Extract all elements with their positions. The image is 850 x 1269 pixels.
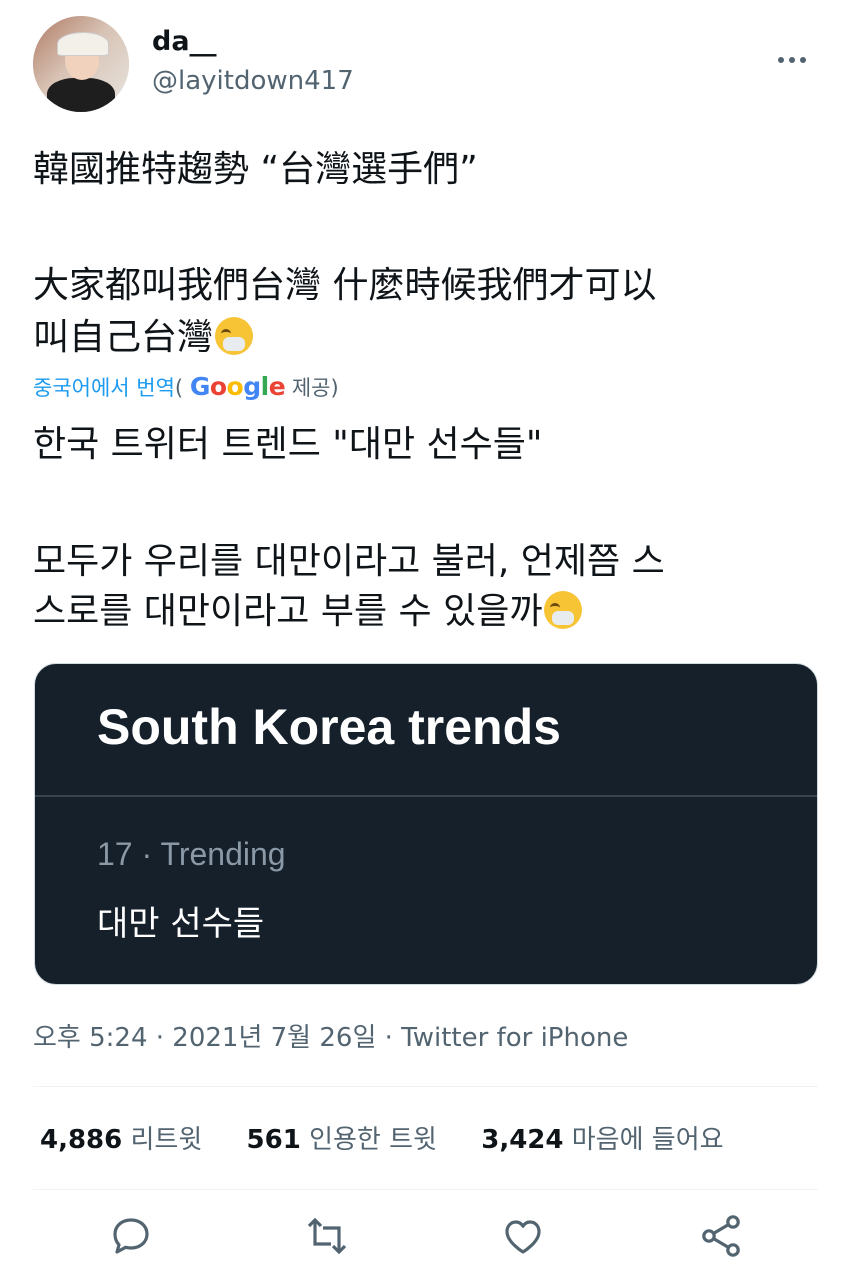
share-icon[interactable] [697, 1212, 745, 1260]
translated-from-link[interactable]: 중국어에서 번역 [33, 376, 175, 400]
google-logo: Google [189, 372, 286, 401]
trend-topic: 대만 선수들 [97, 904, 265, 944]
trend-rank: 17 · Trending [97, 836, 286, 872]
translated-text-line-1: 한국 트위터 트렌드 "대만 선수들" [33, 424, 543, 465]
translated-text-line-3: 스로를 대만이라고 부를 수 있을까 [33, 588, 583, 636]
user-handle[interactable]: @layitdown417 [152, 66, 354, 96]
tweet-text-line-2: 大家都叫我們台灣 什麼時候我們才可以 [33, 265, 657, 306]
card-title: South Korea trends [97, 699, 561, 755]
translated-text-line-2: 모두가 우리를 대만이라고 불러, 언제쯤 스 [33, 541, 665, 582]
card-divider [35, 795, 817, 797]
retweets-stat[interactable]: 4,886 리트윗 [40, 1125, 202, 1155]
divider [33, 1189, 818, 1190]
translation-attribution: 중국어에서 번역( Google 제공) [33, 372, 339, 401]
trends-image-card[interactable]: South Korea trends 17 · Trending 대만 선수들 [34, 663, 818, 985]
likes-stat[interactable]: 3,424 마음에 들어요 [481, 1125, 723, 1155]
retweet-icon[interactable] [303, 1212, 351, 1260]
engagement-stats: 4,886 리트윗 561 인용한 트윗 3,424 마음에 들어요 [40, 1119, 724, 1156]
tweet-timestamp[interactable]: 오후 5:24 · 2021년 7월 26일 · Twitter for iPh… [33, 1017, 628, 1054]
display-name[interactable]: da__ [152, 26, 217, 57]
like-icon[interactable] [499, 1212, 547, 1260]
tweet-text-line-3: 叫自己台灣 [33, 314, 254, 362]
tweet-text-line-1: 韓國推特趨勢 “台灣選手們” [33, 149, 478, 190]
avatar[interactable] [33, 16, 129, 112]
more-options-icon[interactable] [778, 40, 811, 70]
sneezing-face-emoji-icon [544, 591, 583, 629]
divider [33, 1086, 818, 1087]
reply-icon[interactable] [107, 1212, 155, 1260]
sneezing-face-emoji-icon [215, 317, 254, 355]
quotes-stat[interactable]: 561 인용한 트윗 [247, 1125, 437, 1155]
